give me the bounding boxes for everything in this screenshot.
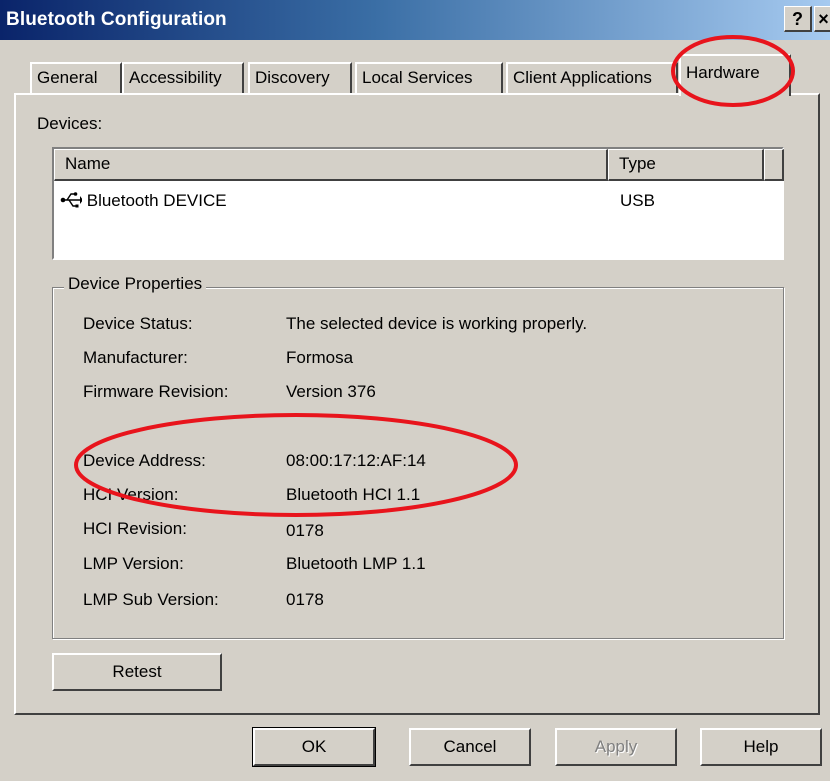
hci-revision-value: 0178 (286, 521, 324, 540)
window-title: Bluetooth Configuration (6, 9, 227, 30)
tab-general[interactable]: General (30, 62, 122, 94)
column-header-type[interactable]: Type (608, 149, 764, 181)
lmp-version-label: LMP Version: (83, 554, 184, 573)
hci-version-label: HCI Version: (83, 485, 179, 504)
tab-local-services[interactable]: Local Services (355, 62, 503, 94)
manufacturer-value: Formosa (286, 348, 354, 367)
column-header-filler (764, 149, 784, 181)
cancel-button[interactable]: Cancel (409, 728, 531, 766)
device-type: USB (620, 191, 655, 210)
ok-button[interactable]: OK (252, 727, 376, 767)
firmware-revision-value: Version 376 (286, 382, 376, 401)
lmp-version-value: Bluetooth LMP 1.1 (286, 554, 426, 573)
lmp-sub-version-value: 0178 (286, 590, 324, 609)
tab-client-applications[interactable]: Client Applications (506, 62, 678, 94)
help-dialog-button[interactable]: Help (700, 728, 822, 766)
hci-version-value: Bluetooth HCI 1.1 (286, 485, 421, 504)
device-address-label: Device Address: (83, 451, 206, 470)
retest-button[interactable]: Retest (52, 653, 222, 691)
device-status-label: Device Status: (83, 314, 193, 333)
apply-button[interactable]: Apply (555, 728, 677, 766)
device-properties-title: Device Properties (64, 274, 207, 294)
lmp-sub-version-label: LMP Sub Version: (83, 590, 219, 609)
tab-accessibility[interactable]: Accessibility (122, 62, 244, 94)
list-item[interactable]: Bluetooth DEVICE (60, 191, 227, 211)
title-bar: Bluetooth Configuration ? × (0, 0, 830, 40)
devices-label: Devices: (37, 114, 103, 133)
usb-icon (60, 191, 83, 209)
help-button[interactable]: ? (784, 6, 812, 32)
tab-discovery[interactable]: Discovery (248, 62, 352, 94)
firmware-revision-label: Firmware Revision: (83, 382, 229, 401)
device-address-value: 08:00:17:12:AF:14 (286, 451, 426, 470)
close-button[interactable]: × (814, 6, 830, 32)
hci-revision-label: HCI Revision: (83, 519, 187, 538)
device-status-value: The selected device is working properly. (286, 314, 588, 333)
column-header-name[interactable]: Name (54, 149, 608, 181)
device-name: Bluetooth DEVICE (86, 191, 227, 210)
devices-list[interactable]: Name Type Bluetooth DEVICE USB (52, 147, 784, 260)
tab-hardware[interactable]: Hardware (679, 54, 791, 96)
manufacturer-label: Manufacturer: (83, 348, 188, 367)
